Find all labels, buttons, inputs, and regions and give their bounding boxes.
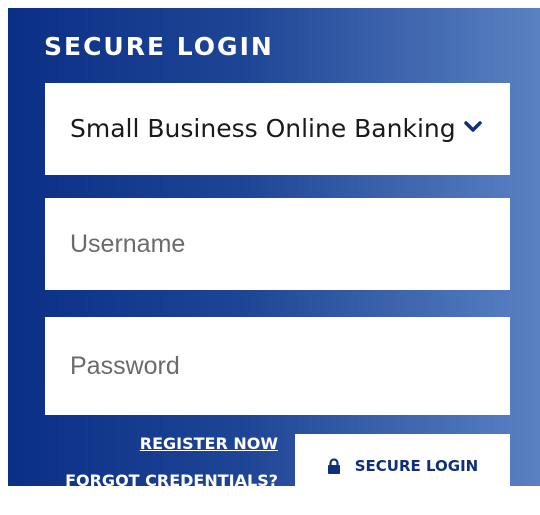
username-field-box [45, 198, 510, 290]
account-type-select[interactable]: Small Business Online Banking [45, 83, 510, 175]
password-input[interactable] [45, 317, 510, 415]
secure-login-button[interactable]: SECURE LOGIN [295, 434, 510, 498]
username-input[interactable] [45, 198, 510, 290]
register-now-link[interactable]: REGISTER NOW [140, 434, 278, 454]
lock-icon [327, 458, 340, 474]
secure-login-button-label: SECURE LOGIN [354, 457, 479, 475]
password-field-box [45, 317, 510, 415]
forgot-credentials-link[interactable]: FORGOT CREDENTIALS? [65, 471, 278, 491]
secure-login-panel: SECURE LOGIN Small Business Online Banki… [8, 8, 540, 498]
chevron-down-icon [464, 121, 482, 132]
panel-title: SECURE LOGIN [44, 32, 274, 61]
account-type-selected-value: Small Business Online Banking [70, 114, 456, 143]
